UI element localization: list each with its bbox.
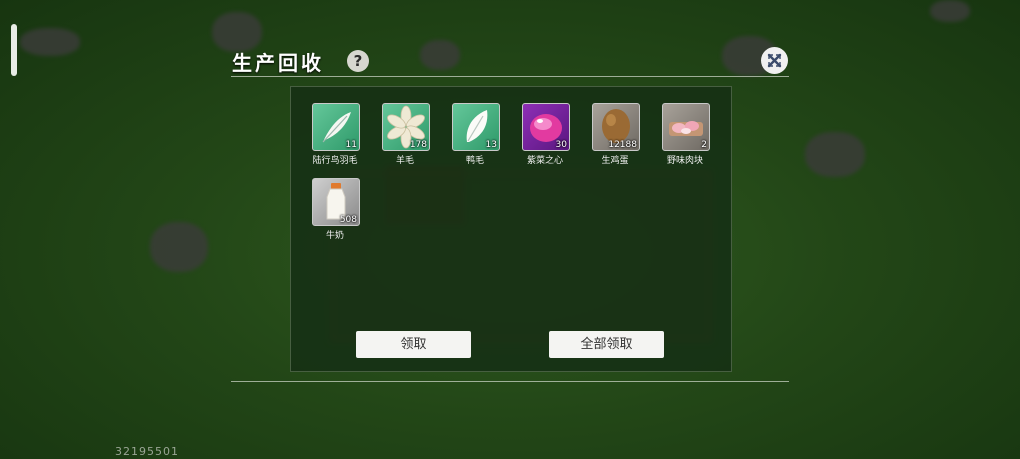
background-rock [20, 28, 80, 56]
close-icon [767, 53, 782, 68]
item-count: 178 [409, 140, 427, 150]
item-count: 12188 [608, 140, 637, 150]
item-name: 生鸡蛋 [601, 156, 629, 166]
background-rock [212, 12, 262, 52]
item-name: 紫菜之心 [526, 156, 563, 166]
item-name: 羊毛 [395, 156, 414, 166]
item-slot[interactable]: 12188 生鸡蛋 [592, 103, 640, 166]
page-title: 生产回收 [232, 51, 324, 75]
header-divider [231, 76, 789, 77]
item-name: 野味肉块 [666, 156, 703, 166]
background-rock [150, 222, 208, 272]
item-slot[interactable]: 508 牛奶 [312, 178, 360, 241]
item-slot[interactable]: 178 羊毛 [382, 103, 430, 166]
item-name: 牛奶 [325, 231, 344, 241]
side-handle[interactable] [11, 24, 17, 76]
item-name: 鸭毛 [465, 156, 484, 166]
item-count: 13 [485, 140, 497, 150]
item-slot[interactable]: 30 紫菜之心 [522, 103, 570, 166]
close-button[interactable] [761, 47, 788, 74]
background-rock [930, 0, 970, 22]
item-slot[interactable]: 2 野味肉块 [662, 103, 710, 166]
background-rock [805, 132, 865, 177]
footer-divider [231, 381, 789, 382]
background-rock [420, 40, 460, 70]
item-count: 508 [339, 215, 357, 225]
item-slot[interactable]: 13 鸭毛 [452, 103, 500, 166]
item-count: 11 [345, 140, 357, 150]
item-slot[interactable]: 11 陆行鸟羽毛 [312, 103, 360, 166]
item-count: 30 [555, 140, 567, 150]
item-name: 陆行鸟羽毛 [312, 156, 358, 166]
claim-button[interactable]: 领取 [356, 331, 471, 358]
help-button[interactable]: ? [347, 50, 369, 72]
player-id: 32195501 [115, 445, 179, 458]
item-count: 2 [701, 140, 707, 150]
claim-all-button[interactable]: 全部领取 [549, 331, 664, 358]
